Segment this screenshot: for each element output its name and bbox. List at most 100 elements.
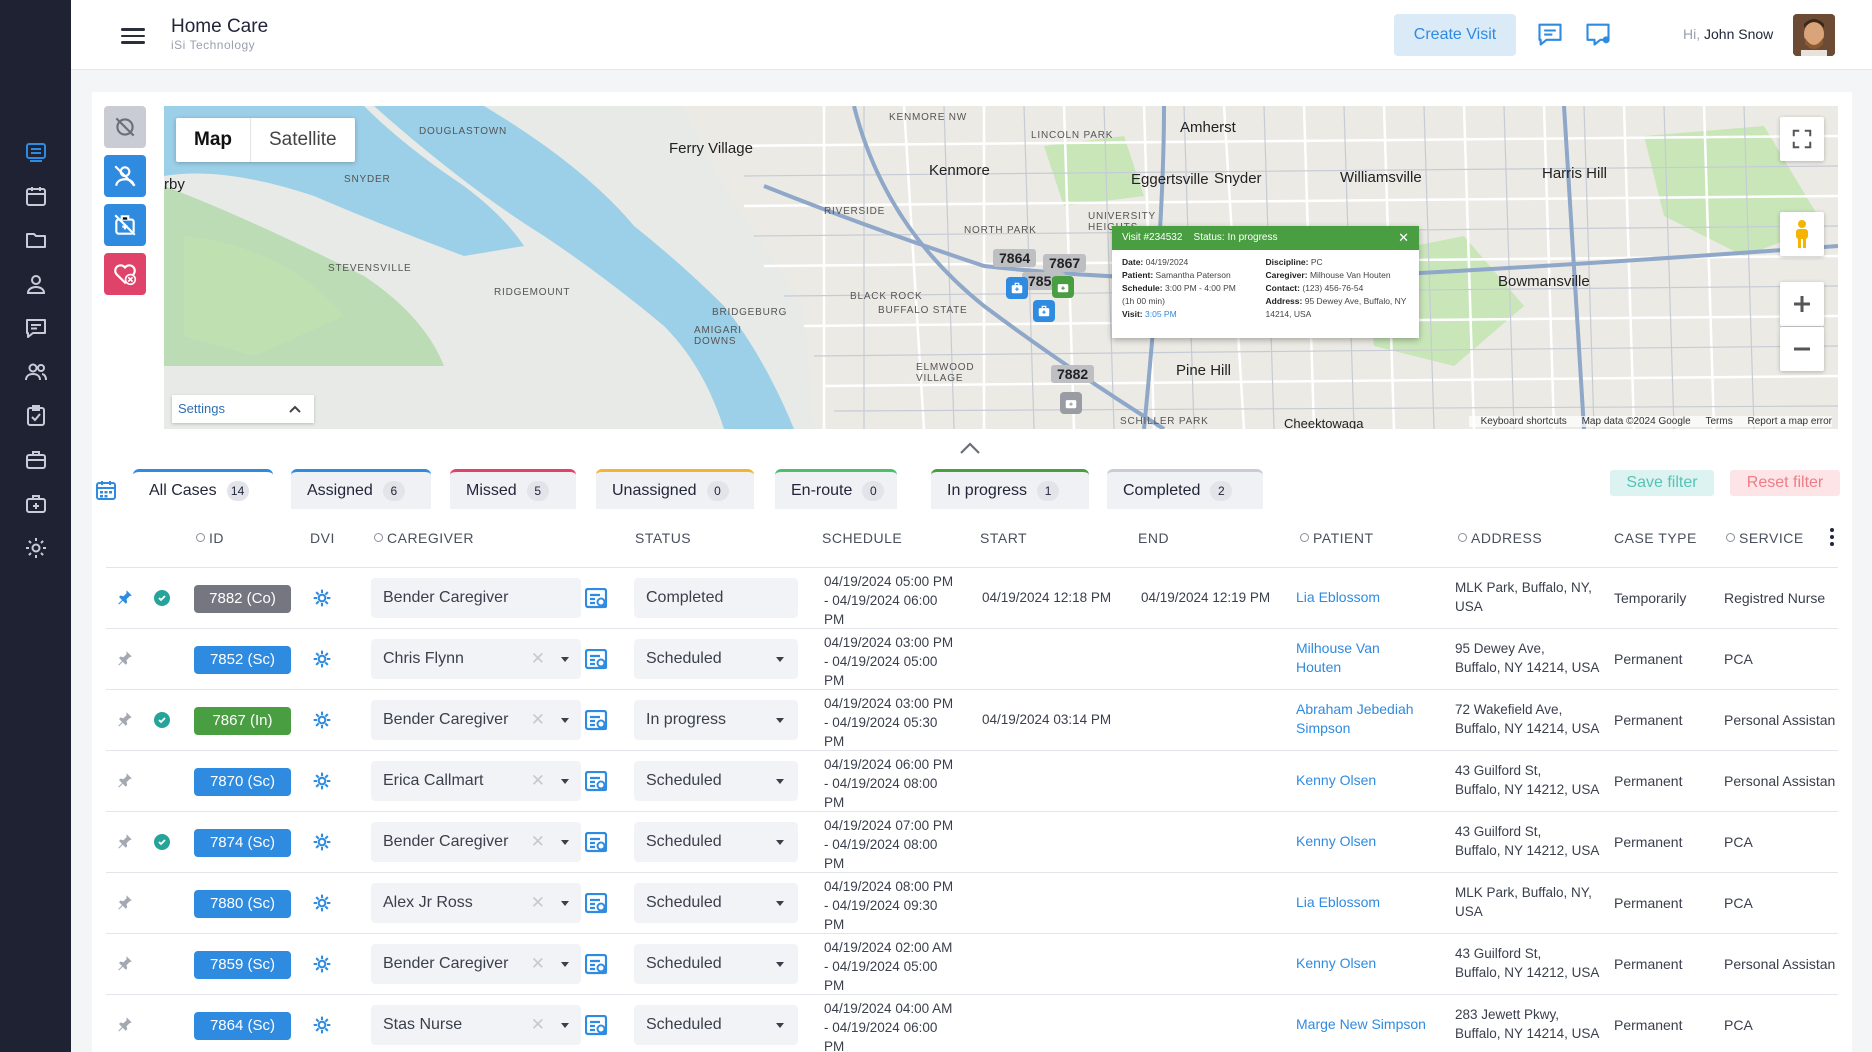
table-row[interactable]: 7880 (Sc) Alex Jr Ross ✕ Scheduled 04/19/202… [106,873,1838,934]
caregiver-select[interactable]: Bender Caregiver ✕ [371,822,581,862]
caregiver-select[interactable]: Bender Caregiver ✕ [371,944,581,984]
caregiver-search-icon[interactable] [585,832,609,854]
status-select[interactable]: Scheduled [634,1005,798,1045]
sidebar-item-clipboard-check[interactable] [0,394,71,438]
pin-icon[interactable] [116,1015,134,1033]
caregiver-search-icon[interactable] [585,954,609,976]
keyboard-shortcuts-link[interactable]: Keyboard shortcuts [1481,416,1567,427]
column-header-start[interactable]: START [980,530,1027,546]
pin-icon[interactable] [116,710,134,728]
table-row[interactable]: 7859 (Sc) Bender Caregiver ✕ Scheduled 04/19… [106,934,1838,995]
sidebar-item-user[interactable] [0,262,71,306]
tab-en-route[interactable]: En-route 0 [775,469,897,509]
clear-icon[interactable]: ✕ [531,761,545,801]
tab-completed[interactable]: Completed 2 [1107,469,1263,509]
pin-icon[interactable] [116,954,134,972]
visit-marker-pin[interactable] [1006,277,1028,299]
visit-marker-label[interactable]: 7864 [993,249,1037,267]
caregiver-select[interactable]: Bender Caregiver [371,578,581,618]
status-select[interactable]: Scheduled [634,883,798,923]
chevron-down-icon[interactable] [776,840,784,845]
table-row[interactable]: 7870 (Sc) Erica Callmart ✕ Scheduled 04/19/2… [106,751,1838,812]
caregiver-select[interactable]: Stas Nurse ✕ [371,1005,581,1045]
fullscreen-button[interactable] [1780,117,1824,161]
chevron-down-icon[interactable] [776,901,784,906]
avatar[interactable] [1793,14,1835,56]
patient-link[interactable]: Kenny Olsen [1296,832,1446,851]
report-error-link[interactable]: Report a map error [1748,416,1832,427]
status-select[interactable]: Scheduled [634,944,798,984]
tab-all-cases[interactable]: All Cases 14 [133,469,273,509]
missed-visits-filter-button[interactable] [104,253,146,295]
close-icon[interactable]: ✕ [1398,226,1409,250]
clear-icon[interactable]: ✕ [531,822,545,862]
table-row[interactable]: 7867 (In) Bender Caregiver ✕ In progress 04/… [106,690,1838,751]
pin-icon[interactable] [116,893,134,911]
caregiver-filter-button[interactable] [104,155,146,197]
chevron-down-icon[interactable] [561,840,569,845]
map-type-map[interactable]: Map [176,118,250,162]
status-select[interactable]: Scheduled [634,822,798,862]
dvi-gear-icon[interactable] [312,954,332,974]
chevron-down-icon[interactable] [776,1023,784,1028]
chevron-down-icon[interactable] [561,657,569,662]
clear-icon[interactable]: ✕ [531,944,545,984]
sidebar-item-folder[interactable] [0,218,71,262]
chevron-down-icon[interactable] [561,901,569,906]
column-header-caregiver[interactable]: CAREGIVER [374,530,474,546]
dvi-gear-icon[interactable] [312,1015,332,1035]
status-select[interactable]: In progress [634,700,798,740]
sidebar-item-calendar[interactable] [0,174,71,218]
column-header-patient[interactable]: PATIENT [1300,530,1374,546]
caregiver-search-icon[interactable] [585,649,609,671]
dvi-gear-icon[interactable] [312,649,332,669]
column-header-schedule[interactable]: SCHEDULE [822,530,902,546]
column-header-end[interactable]: END [1138,530,1169,546]
dvi-gear-icon[interactable] [312,832,332,852]
create-visit-button[interactable]: Create Visit [1394,14,1516,56]
patient-link[interactable]: Abraham Jebediah Simpson [1296,700,1446,738]
table-row[interactable]: 7874 (Sc) Bender Caregiver ✕ Scheduled 04/19… [106,812,1838,873]
save-filter-button[interactable]: Save filter [1610,470,1714,496]
sidebar-item-messages[interactable] [0,306,71,350]
chevron-down-icon[interactable] [561,1023,569,1028]
dvi-gear-icon[interactable] [312,710,332,730]
chevron-down-icon[interactable] [561,962,569,967]
caregiver-search-icon[interactable] [585,893,609,915]
reset-filter-button[interactable]: Reset filter [1730,470,1840,496]
table-row[interactable]: 7882 (Co) Bender Caregiver Completed 04/19/… [106,568,1838,629]
patient-link[interactable]: Kenny Olsen [1296,771,1446,790]
clear-icon[interactable]: ✕ [531,700,545,740]
caregiver-search-icon[interactable] [585,588,609,610]
tab-missed[interactable]: Missed 5 [450,469,576,509]
chevron-down-icon[interactable] [561,779,569,784]
visit-id-badge[interactable]: 7870 (Sc) [194,768,291,796]
column-header-service[interactable]: SERVICE [1726,530,1804,546]
visit-id-badge[interactable]: 7880 (Sc) [194,890,291,918]
patient-link[interactable]: Lia Eblossom [1296,893,1446,912]
status-select[interactable]: Scheduled [634,761,798,801]
column-header-address[interactable]: ADDRESS [1458,530,1542,546]
tab-unassigned[interactable]: Unassigned 0 [596,469,754,509]
tab-assigned[interactable]: Assigned 6 [291,469,431,509]
visit-marker-label[interactable]: 7882 [1051,365,1095,383]
chat-icon[interactable] [1536,20,1564,48]
visit-id-badge[interactable]: 7882 (Co) [194,585,291,613]
visit-popup-visit-time[interactable]: 3:05 PM [1145,309,1177,319]
column-header-id[interactable]: ID [196,530,224,546]
visit-id-badge[interactable]: 7864 (Sc) [194,1012,291,1040]
patient-link[interactable]: Milhouse Van Houten [1296,639,1446,677]
pin-icon[interactable] [116,588,134,606]
zoom-in-button[interactable] [1780,282,1824,326]
dvi-gear-icon[interactable] [312,771,332,791]
caregiver-search-icon[interactable] [585,771,609,793]
visit-id-badge[interactable]: 7859 (Sc) [194,951,291,979]
chevron-down-icon[interactable] [561,718,569,723]
visit-marker-pin[interactable] [1060,392,1082,414]
chevron-down-icon[interactable] [776,718,784,723]
visit-marker-pin[interactable] [1033,300,1055,322]
clear-icon[interactable]: ✕ [531,883,545,923]
table-row[interactable]: 7864 (Sc) Stas Nurse ✕ Scheduled 04/19/2024 … [106,995,1838,1052]
chevron-down-icon[interactable] [776,779,784,784]
patient-filter-button[interactable] [104,204,146,246]
